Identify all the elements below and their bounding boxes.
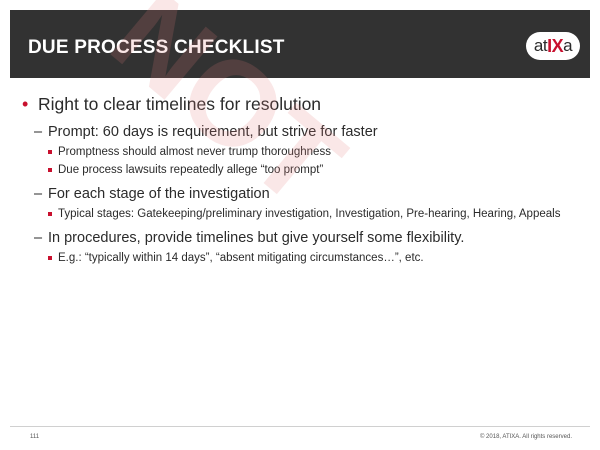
bullet-dot-icon: • (22, 94, 29, 114)
bullet-level3: Typical stages: Gatekeeping/preliminary … (22, 207, 587, 222)
bullet-level3: E.g.: “typically within 14 days”, “absen… (22, 251, 587, 266)
bullet-level2: – Prompt: 60 days is requirement, but st… (22, 122, 587, 142)
bullet-text: E.g.: “typically within 14 days”, “absen… (58, 252, 424, 264)
dash-bullet-icon: – (34, 186, 43, 202)
bullet-text: Due process lawsuits repeatedly allege “… (58, 164, 324, 176)
bullet-level2: – In procedures, provide timelines but g… (22, 228, 587, 248)
slide-title: DUE PROCESS CHECKLIST (28, 37, 285, 58)
square-bullet-icon (48, 168, 52, 172)
bullet-text: Prompt: 60 days is requirement, but stri… (48, 124, 378, 140)
slide-content: • Right to clear timelines for resolutio… (22, 92, 587, 266)
slide-top-border (0, 0, 600, 10)
bullet-level3: Promptness should almost never trump tho… (22, 145, 587, 160)
square-bullet-icon (48, 212, 52, 216)
bullet-text: Promptness should almost never trump tho… (58, 146, 331, 158)
footer-divider (10, 426, 590, 427)
square-bullet-icon (48, 256, 52, 260)
atixa-logo: at IX a (526, 32, 580, 60)
bullet-level3: Due process lawsuits repeatedly allege “… (22, 163, 587, 178)
square-bullet-icon (48, 150, 52, 154)
bullet-text: In procedures, provide timelines but giv… (48, 230, 465, 246)
dash-bullet-icon: – (34, 230, 43, 246)
slide: DUE PROCESS CHECKLIST at IX a NOT • Right … (0, 0, 600, 450)
bullet-text: For each stage of the investigation (48, 186, 270, 202)
dash-bullet-icon: – (34, 124, 43, 140)
copyright-notice: © 2018, ATIXA. All rights reserved. (479, 434, 572, 440)
bullet-text: Typical stages: Gatekeeping/preliminary … (58, 208, 561, 220)
slide-header: DUE PROCESS CHECKLIST at IX a (10, 10, 590, 78)
bullet-level1: • Right to clear timelines for resolutio… (22, 92, 587, 116)
page-number: 111 (30, 434, 40, 440)
bullet-level2: – For each stage of the investigation (22, 184, 587, 204)
bullet-text: Right to clear timelines for resolution (38, 94, 322, 114)
